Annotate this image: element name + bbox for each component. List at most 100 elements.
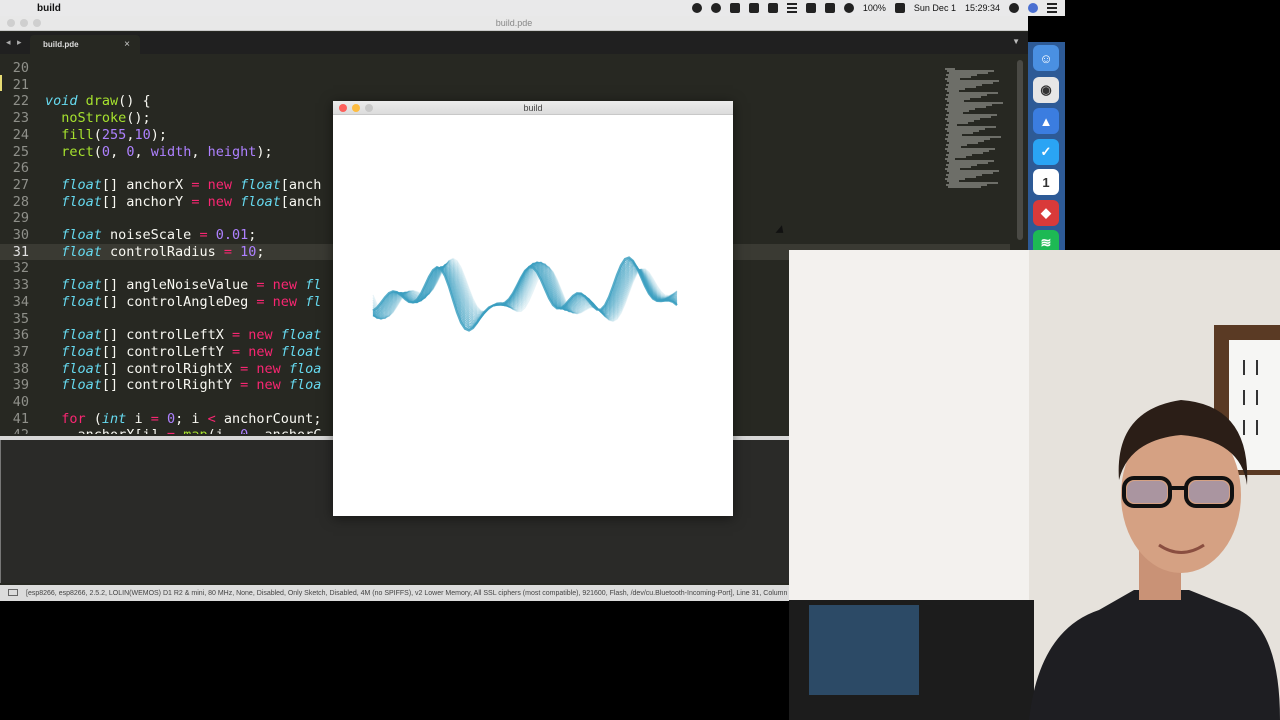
line-number: 33: [12, 277, 29, 294]
record-icon[interactable]: [691, 3, 702, 13]
menubar-time[interactable]: 15:29:34: [965, 3, 1000, 13]
webcam-scene: [789, 250, 1280, 720]
editor-titlebar: build.pde: [0, 16, 1028, 31]
tab-build-pde[interactable]: build.pde ×: [30, 35, 140, 54]
tab-bar: ◂ ▸ build.pde × ▼: [0, 32, 1028, 54]
code-token: [anch: [280, 176, 322, 193]
code-line[interactable]: 20: [0, 60, 1010, 77]
finder-icon[interactable]: ☺: [1033, 45, 1059, 71]
app-status-icon[interactable]: [767, 3, 778, 13]
airplay-icon[interactable]: [805, 3, 816, 13]
tab-close-icon[interactable]: ×: [124, 39, 130, 50]
code-line[interactable]: 21: [0, 77, 1010, 94]
code-token: anchorCount;: [215, 410, 322, 427]
tasks-app-icon[interactable]: ✓: [1033, 139, 1059, 165]
notification-center-icon[interactable]: [1047, 3, 1057, 13]
window-controls: [7, 19, 41, 27]
zoom-sketch-button[interactable]: [365, 104, 373, 112]
minimize-window-button[interactable]: [20, 19, 28, 27]
code-token: ,: [134, 143, 151, 160]
app-status-icon[interactable]: [729, 3, 740, 13]
navigation-app-icon[interactable]: ▲: [1033, 108, 1059, 134]
menubar: build 100% Sun Dec 1 15:29:34: [0, 0, 1065, 16]
code-text: float[] angleNoiseValue = new fl: [45, 277, 321, 294]
code-text: anchorX[i] = map(i, 0, anchorC: [45, 427, 322, 434]
app-status-icon[interactable]: [748, 3, 759, 13]
line-number: 30: [12, 227, 29, 243]
screen: build 100% Sun Dec 1 15:29:34 build.pde …: [0, 0, 1280, 720]
app-icon-red[interactable]: ◆: [1033, 200, 1059, 226]
webcam-overlay: [789, 250, 1280, 720]
code-token: float: [61, 327, 102, 344]
line-number: 40: [12, 394, 29, 410]
spotlight-search-icon[interactable]: [1009, 3, 1019, 13]
code-token: =: [167, 427, 175, 434]
code-token: [] controlRightY: [101, 377, 241, 394]
code-token: (i,: [208, 427, 241, 434]
code-token: ;: [256, 243, 265, 260]
zoom-window-button[interactable]: [33, 19, 41, 27]
code-token: for: [61, 410, 86, 427]
app-name-menu[interactable]: build: [37, 3, 61, 14]
close-window-button[interactable]: [7, 19, 15, 27]
line-number: 39: [12, 377, 29, 394]
code-token: float: [61, 277, 102, 294]
code-token: height: [207, 143, 257, 160]
code-text: float controlRadius = 10;: [45, 243, 265, 261]
code-token: ;: [248, 227, 257, 243]
status-text: [esp8266, esp8266, 2.5.2, LOLIN(WEMOS) D…: [26, 589, 798, 597]
app-status-icon[interactable]: [824, 3, 835, 13]
code-token: [] controlLeftX: [101, 327, 232, 344]
sketch-window[interactable]: build: [333, 101, 733, 516]
code-token: float: [61, 377, 102, 394]
code-token: [] controlRightX: [101, 360, 241, 377]
code-token: (: [85, 410, 102, 427]
sketch-window-controls: [339, 104, 373, 112]
close-sketch-button[interactable]: [339, 104, 347, 112]
code-text: void draw() {: [45, 93, 151, 110]
code-token: <: [207, 410, 216, 427]
code-token: float: [61, 227, 102, 243]
line-number: 34: [12, 293, 29, 310]
panel-toggle-icon[interactable]: [8, 589, 18, 596]
chrome-icon[interactable]: ◉: [1033, 77, 1059, 103]
code-text: float[] anchorX = new float[anch: [45, 177, 321, 194]
code-token: new: [272, 277, 298, 294]
code-token: float: [61, 293, 102, 310]
battery-percent[interactable]: 100%: [863, 3, 886, 13]
editor-scrollbar[interactable]: [1017, 60, 1023, 240]
battery-icon[interactable]: [894, 3, 905, 13]
code-token: new: [248, 343, 273, 360]
minimize-sketch-button[interactable]: [352, 104, 360, 112]
code-token: float: [61, 176, 102, 193]
code-token: draw: [85, 93, 119, 110]
line-number: 35: [12, 310, 29, 327]
code-token: fl: [305, 277, 322, 294]
code-token: new: [248, 327, 273, 344]
line-number: 24: [12, 126, 29, 143]
calendar-icon[interactable]: 1: [1033, 169, 1059, 195]
creative-cloud-icon[interactable]: [710, 3, 721, 13]
minimap[interactable]: [945, 68, 1005, 193]
code-token: 0: [101, 143, 111, 160]
user-avatar-icon[interactable]: [1028, 3, 1038, 13]
menubar-date[interactable]: Sun Dec 1: [914, 3, 956, 13]
tab-dropdown-icon[interactable]: ▼: [1012, 37, 1020, 46]
list-icon[interactable]: [786, 3, 797, 13]
tab-navigation-arrows-icon[interactable]: ◂ ▸: [6, 37, 24, 48]
wifi-icon[interactable]: [843, 3, 854, 13]
